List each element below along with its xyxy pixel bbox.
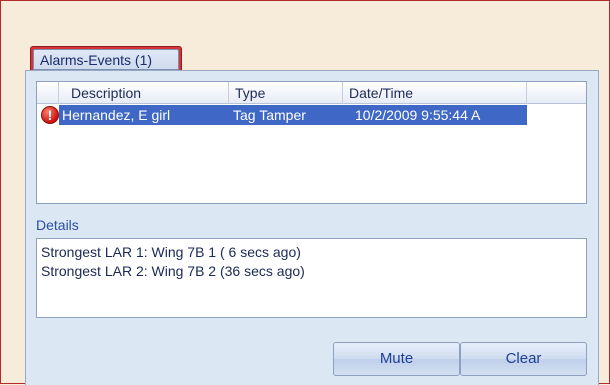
- alarms-panel: Description Type Date/Time ! Hernandez, …: [25, 70, 599, 385]
- icon-column-header: [37, 82, 59, 104]
- list-header: Description Type Date/Time: [37, 82, 586, 104]
- details-label: Details: [36, 217, 79, 233]
- alarm-window: Alarms-Events (1) Description Type Date/…: [0, 0, 610, 385]
- mute-button[interactable]: Mute: [333, 342, 460, 376]
- details-line-1: Strongest LAR 1: Wing 7B 1 ( 6 secs ago): [41, 244, 301, 260]
- row-datetime: 10/2/2009 9:55:44 A: [355, 107, 481, 123]
- column-header-datetime[interactable]: Date/Time: [343, 82, 527, 104]
- column-header-spacer: [527, 82, 586, 104]
- table-row[interactable]: ! Hernandez, E girl Tag Tamper 10/2/2009…: [37, 105, 527, 125]
- tab-alarms-events-label: Alarms-Events (1): [33, 49, 179, 70]
- clear-button[interactable]: Clear: [460, 342, 587, 376]
- row-description: Hernandez, E girl: [62, 107, 171, 123]
- details-box[interactable]: Strongest LAR 1: Wing 7B 1 ( 6 secs ago)…: [36, 238, 587, 318]
- column-header-type[interactable]: Type: [229, 82, 343, 104]
- column-header-description[interactable]: Description: [59, 82, 229, 104]
- alarm-list[interactable]: Description Type Date/Time ! Hernandez, …: [36, 81, 587, 204]
- tab-alarms-events[interactable]: Alarms-Events (1): [30, 46, 182, 72]
- row-type: Tag Tamper: [233, 107, 306, 123]
- alert-icon: !: [41, 106, 59, 124]
- details-line-2: Strongest LAR 2: Wing 7B 2 (36 secs ago): [41, 263, 305, 279]
